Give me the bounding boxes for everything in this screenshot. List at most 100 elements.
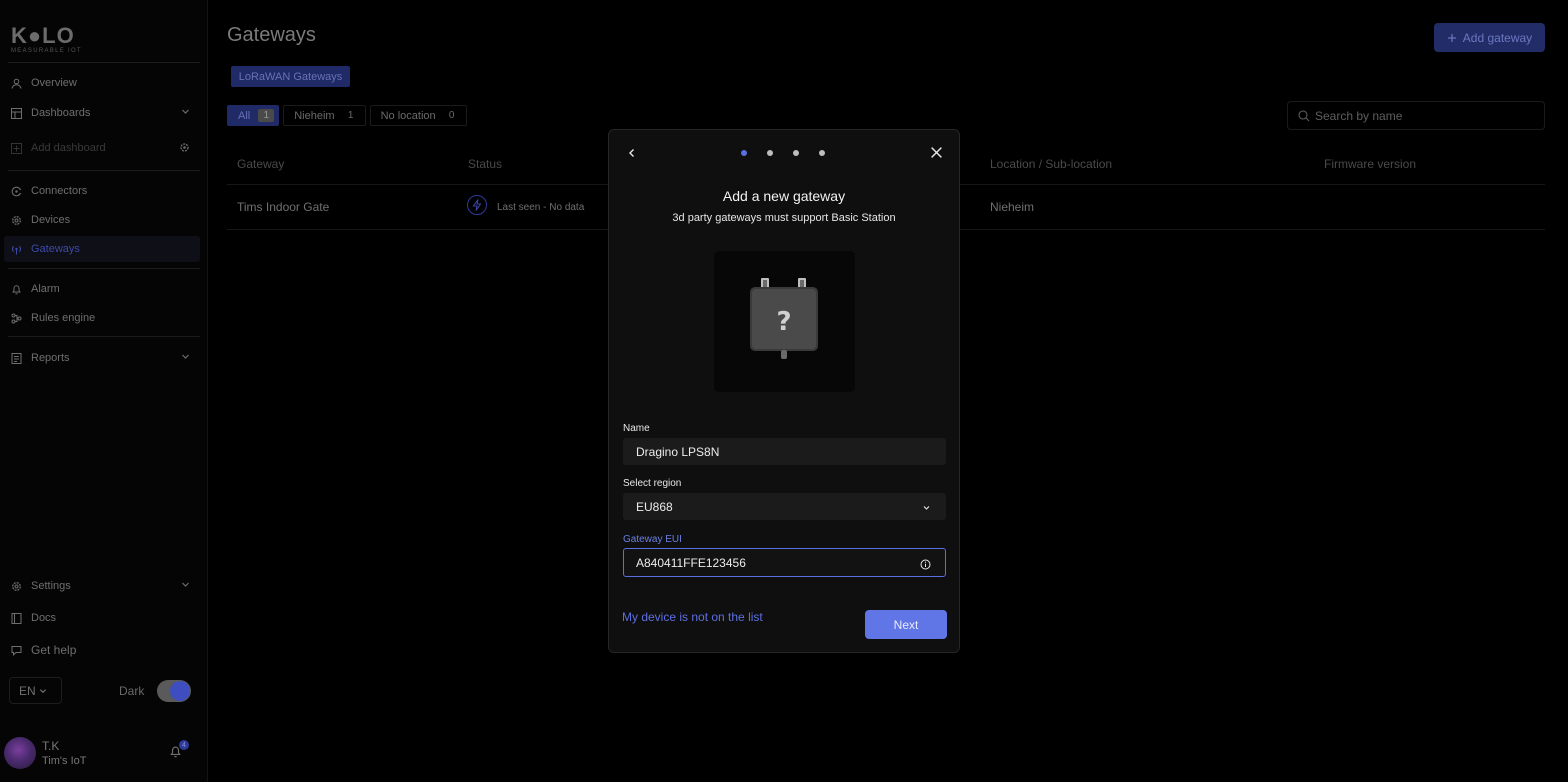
region-value: EU868 bbox=[636, 499, 673, 514]
filter-label: All bbox=[238, 109, 251, 122]
chevron-down-icon bbox=[39, 687, 47, 695]
user-org: Tim's IoT bbox=[42, 755, 87, 767]
dashboard-icon bbox=[11, 107, 22, 119]
sidebar-item-overview[interactable]: Overview bbox=[4, 70, 200, 96]
add-gateway-button[interactable]: Add gateway bbox=[1434, 23, 1545, 52]
column-header-status[interactable]: Status bbox=[468, 157, 502, 171]
svg-text:?: ? bbox=[776, 307, 791, 337]
divider bbox=[8, 170, 200, 171]
book-icon bbox=[11, 612, 22, 624]
sidebar-item-settings[interactable]: Settings bbox=[4, 573, 200, 599]
divider bbox=[8, 62, 200, 63]
logo-subtitle: MEASURABLE IOT bbox=[11, 48, 82, 54]
info-icon[interactable] bbox=[920, 557, 931, 575]
report-icon bbox=[11, 352, 22, 364]
region-select[interactable]: EU868 bbox=[623, 493, 946, 520]
notification-badge: 4 bbox=[179, 740, 189, 750]
gateway-eui-label: Gateway EUI bbox=[623, 534, 682, 545]
sidebar-item-add-dashboard[interactable]: Add dashboard bbox=[4, 135, 200, 161]
add-gateway-dialog: Add a new gateway 3d party gateways must… bbox=[608, 129, 960, 653]
sidebar-item-rules-engine[interactable]: Rules engine bbox=[4, 305, 200, 331]
dark-mode-toggle[interactable] bbox=[157, 680, 191, 702]
dark-mode-label: Dark bbox=[119, 684, 145, 698]
gateway-eui-box bbox=[623, 548, 946, 577]
step-dot[interactable] bbox=[767, 150, 773, 156]
chevron-left-icon[interactable] bbox=[626, 146, 638, 164]
filter-count: 1 bbox=[258, 109, 275, 122]
device-not-on-list-link[interactable]: My device is not on the list bbox=[622, 610, 763, 624]
next-button[interactable]: Next bbox=[865, 610, 947, 639]
chat-icon bbox=[11, 645, 22, 656]
language-value: EN bbox=[19, 683, 36, 698]
add-gateway-label: Add gateway bbox=[1462, 30, 1533, 45]
gateway-location: Nieheim bbox=[990, 200, 1035, 214]
rules-icon bbox=[11, 313, 22, 324]
step-dot[interactable] bbox=[819, 150, 825, 156]
sidebar-item-label: Settings bbox=[31, 580, 71, 592]
gateway-eui-input[interactable] bbox=[636, 555, 896, 570]
step-dot[interactable] bbox=[793, 150, 799, 156]
sidebar-item-alarm[interactable]: Alarm bbox=[4, 276, 200, 302]
sidebar-item-label: Overview bbox=[31, 77, 77, 89]
location-filters: All 1 Nieheim 1 No location 0 bbox=[227, 105, 467, 126]
close-icon[interactable] bbox=[930, 146, 943, 164]
column-header-firmware[interactable]: Firmware version bbox=[1324, 157, 1416, 171]
sidebar-item-gateways[interactable]: Gateways bbox=[4, 236, 200, 262]
name-field-box bbox=[623, 438, 946, 465]
bell-icon bbox=[11, 284, 22, 295]
unknown-gateway-icon: ? bbox=[750, 278, 818, 359]
page-title: Gateways bbox=[227, 24, 316, 46]
filter-count: 0 bbox=[448, 110, 455, 121]
sidebar-item-label: Reports bbox=[31, 352, 70, 364]
plus-icon bbox=[1447, 33, 1457, 43]
sidebar-item-label: Connectors bbox=[31, 185, 88, 197]
column-header-location[interactable]: Location / Sub-location bbox=[990, 157, 1112, 171]
column-header-gateway[interactable]: Gateway bbox=[237, 157, 284, 171]
filter-no-location[interactable]: No location 0 bbox=[369, 105, 467, 126]
filter-all[interactable]: All 1 bbox=[227, 105, 280, 126]
search-input[interactable] bbox=[1315, 108, 1535, 123]
sidebar-item-label: Devices bbox=[31, 214, 71, 226]
gateway-name[interactable]: Tims Indoor Gate bbox=[237, 200, 329, 214]
gateway-status: Last seen - No data bbox=[497, 202, 585, 213]
chevron-down-icon bbox=[181, 352, 190, 364]
sidebar-item-devices[interactable]: Devices bbox=[4, 207, 200, 233]
step-dot[interactable] bbox=[741, 150, 747, 156]
dialog-subtitle: 3d party gateways must support Basic Sta… bbox=[672, 212, 896, 224]
search-box bbox=[1287, 101, 1545, 130]
dialog-title: Add a new gateway bbox=[722, 188, 846, 204]
sidebar-item-reports[interactable]: Reports bbox=[4, 345, 200, 371]
divider bbox=[8, 268, 200, 269]
sidebar-item-docs[interactable]: Docs bbox=[4, 605, 200, 631]
gear-icon bbox=[11, 215, 22, 226]
sidebar-item-label: Gateways bbox=[31, 243, 80, 255]
gear-icon bbox=[11, 581, 22, 592]
sidebar-item-get-help[interactable]: Get help bbox=[4, 637, 200, 663]
sidebar-item-label: Rules engine bbox=[31, 312, 96, 324]
divider bbox=[8, 336, 200, 337]
sidebar: K●LO MEASURABLE IOT Overview Dashboards … bbox=[0, 0, 208, 782]
user-icon bbox=[11, 78, 22, 89]
moon-icon bbox=[170, 681, 190, 701]
filter-label: Nieheim bbox=[294, 109, 335, 122]
sidebar-item-label: Alarm bbox=[31, 283, 60, 295]
sidebar-item-connectors[interactable]: Connectors bbox=[4, 178, 200, 204]
filter-label: No location bbox=[380, 109, 436, 122]
gear-icon[interactable] bbox=[179, 142, 190, 156]
step-indicator bbox=[741, 150, 825, 156]
language-select[interactable]: EN bbox=[9, 677, 62, 704]
sidebar-item-label: Add dashboard bbox=[31, 142, 106, 154]
filter-count: 1 bbox=[347, 110, 354, 121]
chevron-down-icon bbox=[181, 580, 190, 592]
sidebar-item-label: Get help bbox=[31, 643, 77, 657]
logo[interactable]: K●LO MEASURABLE IOT bbox=[11, 25, 82, 55]
name-input[interactable] bbox=[636, 444, 896, 459]
search-icon bbox=[1298, 109, 1310, 122]
lightning-icon bbox=[467, 195, 487, 215]
filter-nieheim[interactable]: Nieheim 1 bbox=[283, 105, 366, 126]
user-profile[interactable]: T.K Tim's IoT 4 bbox=[4, 737, 204, 769]
connectors-icon bbox=[11, 186, 22, 197]
sidebar-item-dashboards[interactable]: Dashboards bbox=[4, 100, 200, 126]
avatar[interactable] bbox=[4, 737, 36, 769]
tab-lorawan-gateways[interactable]: LoRaWAN Gateways bbox=[231, 66, 350, 87]
